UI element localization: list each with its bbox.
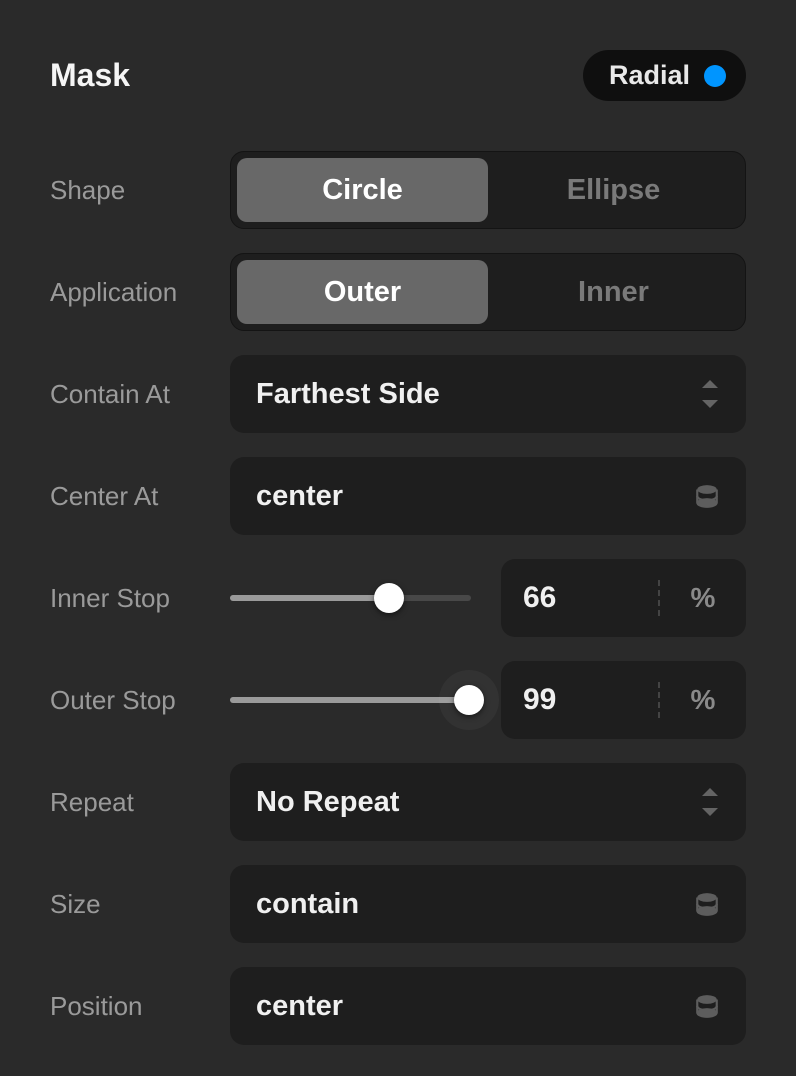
size-row: Size contain bbox=[50, 865, 746, 943]
shape-row: Shape Circle Ellipse bbox=[50, 151, 746, 229]
position-value: center bbox=[256, 990, 343, 1023]
center-at-label: Center At bbox=[50, 481, 230, 512]
shape-option-circle[interactable]: Circle bbox=[237, 158, 488, 222]
badge-label: Radial bbox=[609, 60, 690, 91]
repeat-label: Repeat bbox=[50, 787, 230, 818]
outer-stop-label: Outer Stop bbox=[50, 685, 230, 716]
shape-option-ellipse[interactable]: Ellipse bbox=[488, 158, 739, 222]
application-option-inner[interactable]: Inner bbox=[488, 260, 739, 324]
inner-stop-label: Inner Stop bbox=[50, 583, 230, 614]
size-label: Size bbox=[50, 889, 230, 920]
chevron-updown-icon bbox=[700, 380, 720, 408]
position-input[interactable]: center bbox=[230, 967, 746, 1045]
outer-stop-row: Outer Stop 99 % bbox=[50, 661, 746, 739]
application-row: Application Outer Inner bbox=[50, 253, 746, 331]
chevron-updown-icon bbox=[700, 788, 720, 816]
center-at-value: center bbox=[256, 480, 343, 513]
panel-title: Mask bbox=[50, 57, 130, 94]
mask-type-badge[interactable]: Radial bbox=[583, 50, 746, 101]
application-segmented: Outer Inner bbox=[230, 253, 746, 331]
application-label: Application bbox=[50, 277, 230, 308]
outer-stop-value: 99 bbox=[501, 683, 658, 717]
database-icon bbox=[694, 993, 720, 1019]
outer-stop-unit: % bbox=[660, 684, 746, 716]
outer-stop-value-box[interactable]: 99 % bbox=[501, 661, 746, 739]
application-option-outer[interactable]: Outer bbox=[237, 260, 488, 324]
outer-stop-slider[interactable] bbox=[230, 685, 471, 715]
inner-stop-row: Inner Stop 66 % bbox=[50, 559, 746, 637]
slider-thumb-icon[interactable] bbox=[454, 685, 484, 715]
position-row: Position center bbox=[50, 967, 746, 1045]
inner-stop-unit: % bbox=[660, 582, 746, 614]
repeat-row: Repeat No Repeat bbox=[50, 763, 746, 841]
repeat-value: No Repeat bbox=[256, 786, 399, 819]
inner-stop-value-box[interactable]: 66 % bbox=[501, 559, 746, 637]
center-at-input[interactable]: center bbox=[230, 457, 746, 535]
database-icon bbox=[694, 483, 720, 509]
size-input[interactable]: contain bbox=[230, 865, 746, 943]
size-value: contain bbox=[256, 888, 359, 921]
contain-at-select[interactable]: Farthest Side bbox=[230, 355, 746, 433]
database-icon bbox=[694, 891, 720, 917]
badge-dot-icon bbox=[704, 65, 726, 87]
panel-header: Mask Radial bbox=[50, 50, 746, 101]
shape-segmented: Circle Ellipse bbox=[230, 151, 746, 229]
contain-at-value: Farthest Side bbox=[256, 378, 440, 411]
contain-at-row: Contain At Farthest Side bbox=[50, 355, 746, 433]
center-at-row: Center At center bbox=[50, 457, 746, 535]
slider-thumb-icon[interactable] bbox=[374, 583, 404, 613]
contain-at-label: Contain At bbox=[50, 379, 230, 410]
shape-label: Shape bbox=[50, 175, 230, 206]
inner-stop-value: 66 bbox=[501, 581, 658, 615]
position-label: Position bbox=[50, 991, 230, 1022]
inner-stop-slider[interactable] bbox=[230, 583, 471, 613]
repeat-select[interactable]: No Repeat bbox=[230, 763, 746, 841]
